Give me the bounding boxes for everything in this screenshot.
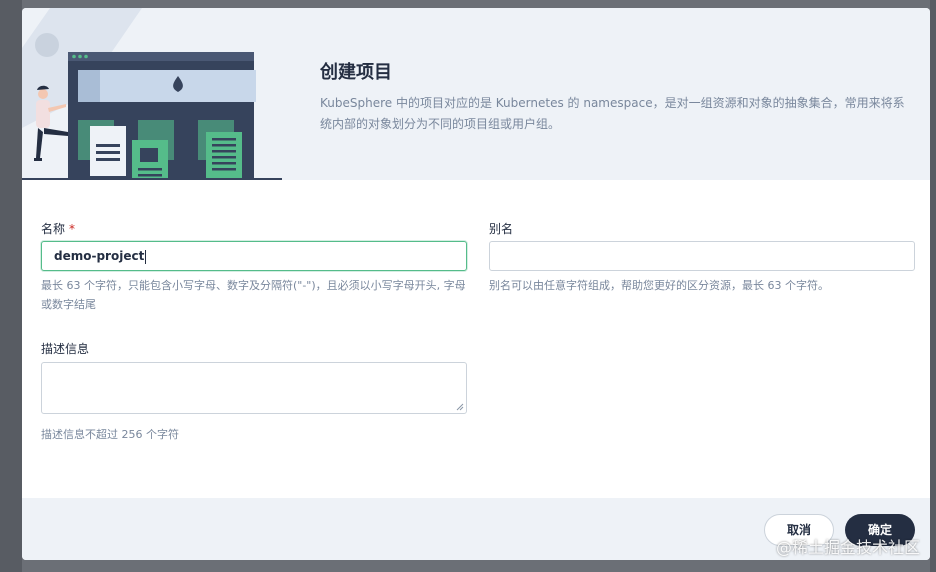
resize-grip-icon[interactable] <box>456 403 464 411</box>
backdrop-right <box>930 0 936 572</box>
alias-label: 别名 <box>489 222 514 236</box>
create-project-dialog: 创建项目 KubeSphere 中的项目对应的是 Kubernetes 的 na… <box>22 8 930 560</box>
watermark: @稀土掘金技术社区 <box>775 538 920 557</box>
project-illustration <box>22 8 282 180</box>
alias-hint: 别名可以由任意字符组成，帮助您更好的区分资源，最长 63 个字符。 <box>489 279 829 292</box>
description-label: 描述信息 <box>41 342 90 356</box>
required-mark: * <box>69 222 76 236</box>
name-input-value: demo-project <box>54 249 145 263</box>
name-hint: 最长 63 个字符，只能包含小写字母、数字及分隔符("-")，且必须以小写字母开… <box>41 279 466 311</box>
text-caret <box>145 249 147 264</box>
dialog-description: KubeSphere 中的项目对应的是 Kubernetes 的 namespa… <box>320 96 905 131</box>
name-label: 名称 * <box>41 220 75 237</box>
backdrop <box>0 0 22 572</box>
name-input[interactable]: demo-project <box>41 241 467 271</box>
name-label-text: 名称 <box>41 222 66 236</box>
dialog-title: 创建项目 <box>320 62 392 83</box>
dialog-header: 创建项目 KubeSphere 中的项目对应的是 Kubernetes 的 na… <box>22 8 930 180</box>
description-hint: 描述信息不超过 256 个字符 <box>41 428 179 441</box>
alias-input[interactable] <box>489 241 915 271</box>
description-textarea[interactable] <box>41 362 467 414</box>
